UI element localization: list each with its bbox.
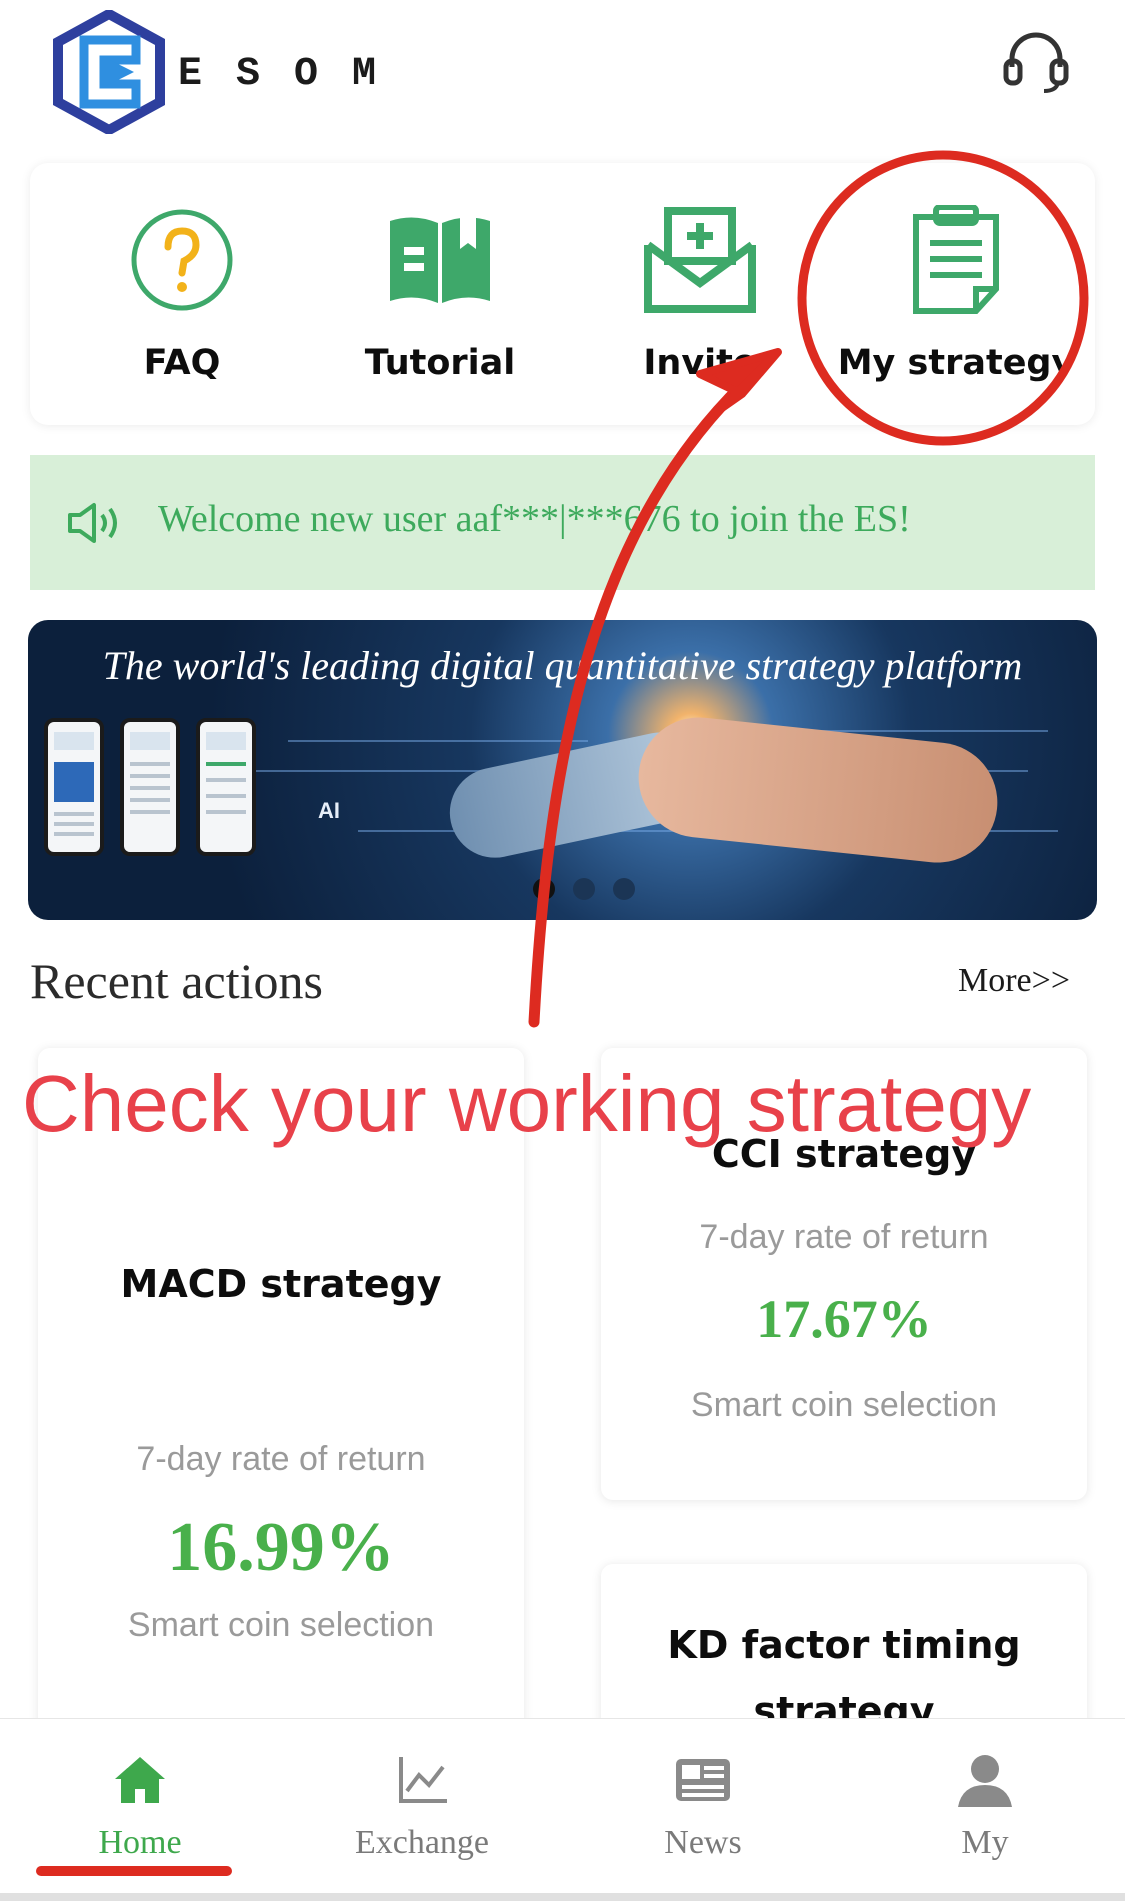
home-icon [115, 1757, 165, 1803]
quick-item-label: Tutorial [364, 343, 516, 383]
user-icon [958, 1755, 1012, 1807]
strategy-card-macd[interactable]: MACD strategy 7-day rate of return 16.99… [38, 1048, 524, 1768]
nav-item-exchange[interactable]: Exchange [282, 1719, 562, 1901]
phone-mockup [120, 718, 180, 856]
nav-label: My [961, 1824, 1009, 1861]
quick-menu: FAQ Tutorial Invite My strategy [30, 163, 1095, 425]
brand-name: ESOM [178, 52, 411, 97]
carousel-dot[interactable] [533, 878, 555, 900]
strategy-tag: Smart coin selection [690, 1386, 998, 1424]
section-title-recent-actions: Recent actions [30, 953, 323, 1009]
envelope-plus-icon [644, 207, 756, 313]
circuit-line [288, 740, 588, 742]
quick-item-label: FAQ [143, 343, 221, 383]
book-icon [390, 217, 490, 303]
app-header: ESOM [0, 0, 1125, 150]
banner-ai-label: AI [318, 798, 340, 823]
annotation-caption: Check your working strategy [22, 1059, 1032, 1148]
quick-item-my-strategy[interactable]: My strategy [826, 163, 1086, 425]
carousel-dot[interactable] [613, 878, 635, 900]
circuit-line [248, 770, 488, 772]
rate-value: 17.67% [756, 1289, 932, 1349]
carousel-dot[interactable] [573, 878, 595, 900]
strategy-tag: Smart coin selection [127, 1606, 435, 1644]
more-link[interactable]: More>> [958, 962, 1070, 1000]
speaker-icon [68, 503, 117, 543]
headset-icon[interactable] [1000, 25, 1072, 97]
quick-item-label: My strategy [837, 343, 1075, 383]
strategy-name: MACD strategy [120, 1262, 442, 1306]
rate-value: 16.99% [167, 1509, 395, 1586]
nav-label: Home [98, 1824, 182, 1861]
quick-item-invite[interactable]: Invite [570, 163, 830, 425]
quick-item-label: Invite [643, 343, 757, 383]
nav-label: Exchange [354, 1824, 490, 1861]
esom-logo-icon [53, 10, 165, 134]
nav-item-my[interactable]: My [845, 1719, 1125, 1901]
chart-line-icon [399, 1757, 447, 1803]
notice-bar: Welcome new user aaf***|***676 to join t… [30, 455, 1095, 590]
home-indicator [0, 1893, 1125, 1901]
newspaper-icon [676, 1759, 730, 1801]
phone-mockup [196, 718, 256, 856]
human-hand-image [632, 711, 1004, 869]
question-circle-icon [131, 209, 233, 311]
clipboard-icon [913, 205, 999, 314]
carousel-indicator [533, 878, 653, 905]
rate-label: 7-day rate of return [699, 1218, 989, 1256]
phone-mockup [44, 718, 104, 856]
quick-item-faq[interactable]: FAQ [52, 163, 312, 425]
nav-label: News [664, 1824, 742, 1861]
rate-label: 7-day rate of return [136, 1440, 426, 1478]
promo-banner[interactable]: The world's leading digital quantitative… [28, 620, 1097, 920]
banner-title: The world's leading digital quantitative… [102, 643, 1023, 688]
quick-item-tutorial[interactable]: Tutorial [310, 163, 570, 425]
notice-text: Welcome new user aaf***|***676 to join t… [158, 498, 911, 540]
annotation-underline [36, 1866, 232, 1876]
nav-item-news[interactable]: News [563, 1719, 843, 1901]
